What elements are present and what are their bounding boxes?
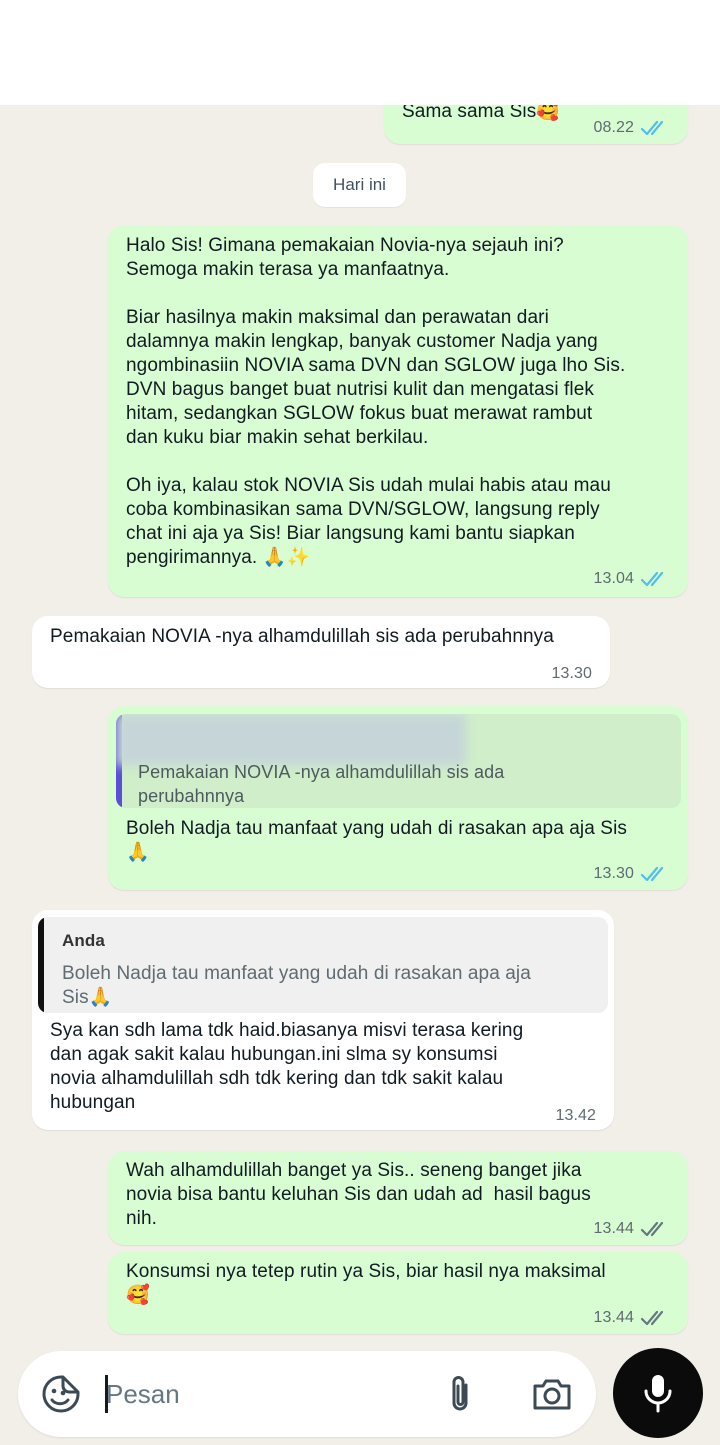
message-text: Sya kan sdh lama tdk haid.biasanya misvi… [50, 1020, 524, 1113]
message-text: Halo Sis! Gimana pemakaian Novia-nya sej… [126, 235, 626, 568]
message-time: 13.44 [593, 1309, 634, 1326]
double-check-delivered-icon [640, 1310, 664, 1326]
contact-name[interactable] [190, 34, 440, 56]
message-bubble-outgoing[interactable]: Pemakaian NOVIA -nya alhamdulillah sis a… [108, 706, 688, 890]
quoted-author: Anda [62, 931, 105, 950]
quoted-author-blurred [116, 714, 466, 766]
message-meta: 13.44 [593, 1306, 670, 1330]
date-divider: Hari ini [313, 163, 406, 207]
message-time: 08.22 [593, 119, 634, 136]
reply-quote-bar [38, 917, 44, 1013]
message-meta: 13.04 [593, 567, 670, 591]
message-input[interactable] [106, 1373, 426, 1415]
double-check-read-icon [640, 571, 664, 587]
double-check-delivered-icon [640, 1221, 664, 1237]
message-bubble-incoming[interactable]: Anda Boleh Nadja tau manfaat yang udah d… [32, 910, 614, 1130]
message-bubble-outgoing[interactable]: Wah alhamdulillah banget ya Sis.. seneng… [108, 1151, 688, 1245]
message-composer [18, 1351, 596, 1437]
message-text: Wah alhamdulillah banget ya Sis.. seneng… [126, 1160, 591, 1229]
microphone-icon [644, 1375, 672, 1413]
message-time: 13.30 [593, 865, 634, 882]
camera-icon[interactable] [530, 1375, 574, 1413]
message-text: Pemakaian NOVIA -nya alhamdulillah sis a… [50, 626, 554, 647]
message-text: Boleh Nadja tau manfaat yang udah di ras… [126, 818, 627, 863]
message-time: 13.04 [593, 570, 634, 587]
phone-add-icon[interactable] [584, 34, 622, 74]
quoted-text: Pemakaian NOVIA -nya alhamdulillah sis a… [138, 762, 505, 806]
message-time: 13.42 [555, 1107, 596, 1124]
reply-quote[interactable]: Anda Boleh Nadja tau manfaat yang udah d… [38, 917, 608, 1013]
double-check-read-icon [640, 866, 664, 882]
message-meta: 13.44 [593, 1217, 670, 1241]
message-bubble-incoming[interactable]: Pemakaian NOVIA -nya alhamdulillah sis a… [32, 616, 610, 688]
double-check-read-icon [640, 120, 664, 136]
quoted-text: Boleh Nadja tau manfaat yang udah di ras… [62, 963, 531, 1008]
message-bubble-outgoing[interactable]: Konsumsi nya tetep rutin ya Sis, biar ha… [108, 1252, 688, 1334]
reply-quote[interactable]: Pemakaian NOVIA -nya alhamdulillah sis a… [116, 714, 681, 808]
chat-header [0, 0, 720, 105]
message-meta: 08.22 [593, 116, 670, 140]
message-meta: 13.30 [593, 862, 670, 886]
message-time: 13.44 [593, 1220, 634, 1237]
avatar[interactable] [98, 20, 154, 76]
paperclip-icon[interactable] [446, 1373, 476, 1415]
sticker-icon[interactable] [40, 1373, 82, 1415]
voice-record-button[interactable] [613, 1348, 703, 1438]
message-time: 13.30 [551, 665, 592, 682]
more-vertical-icon[interactable] [668, 36, 688, 76]
message-bubble-outgoing[interactable]: Sama sama Sis🥰 08.22 [384, 92, 688, 144]
message-bubble-outgoing[interactable]: Halo Sis! Gimana pemakaian Novia-nya sej… [108, 225, 688, 597]
message-text: Konsumsi nya tetep rutin ya Sis, biar ha… [126, 1261, 606, 1306]
message-meta: 13.30 [551, 662, 592, 686]
message-meta: 13.42 [555, 1104, 596, 1128]
video-call-icon[interactable] [486, 30, 532, 70]
